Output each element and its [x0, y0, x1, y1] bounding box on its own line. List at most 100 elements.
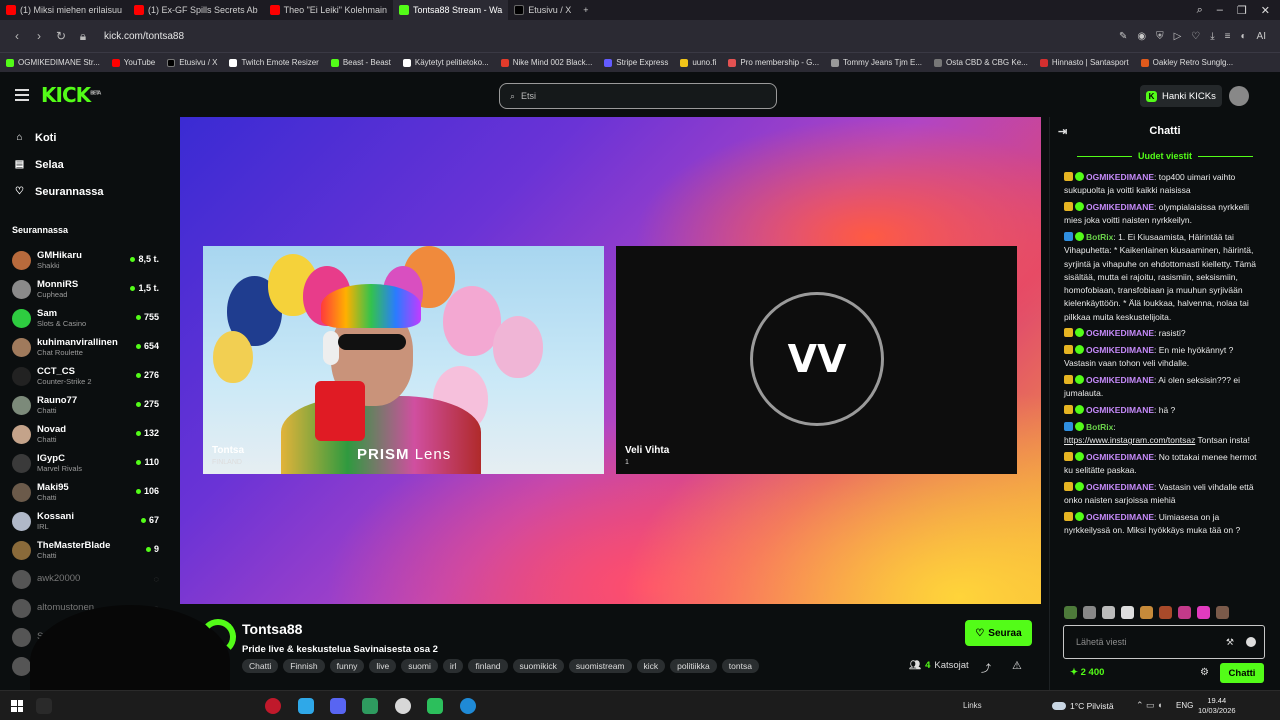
reload-icon[interactable]: ↻ — [50, 29, 72, 43]
emote-icon[interactable] — [1159, 606, 1172, 619]
stream-tag[interactable]: suomistream — [568, 659, 632, 673]
following-channel[interactable]: Sam Slots & Casino 755 — [0, 304, 170, 333]
bookmark-item[interactable]: OGMIKEDIMANE Str... — [6, 58, 100, 67]
search-input[interactable]: ⌕ Etsi — [499, 83, 777, 109]
bookmark-item[interactable]: Twitch Emote Resizer — [229, 58, 319, 67]
links-toolbar[interactable]: Links — [963, 701, 982, 710]
chat-username[interactable]: OGMIKEDIMANE — [1086, 345, 1154, 355]
play-icon[interactable]: ▷ — [1174, 31, 1182, 42]
commands-icon[interactable]: ⚒ — [1226, 637, 1234, 648]
bookmark-item[interactable]: Hinnasto | Santasport — [1039, 58, 1129, 67]
user-avatar[interactable] — [1229, 86, 1249, 106]
url-field[interactable]: kick.com/tontsa88 — [104, 31, 184, 42]
bookmark-item[interactable]: uuno.fi — [680, 58, 716, 67]
following-channel[interactable]: Kossani IRL 67 — [0, 507, 170, 536]
sidebar-item-browse[interactable]: ▤ Selaa — [0, 151, 170, 178]
chat-username[interactable]: OGMIKEDIMANE — [1086, 512, 1154, 522]
shield-icon[interactable]: ⛨ — [1156, 31, 1164, 42]
emote-icon[interactable] — [1197, 606, 1210, 619]
share-icon[interactable]: ⤴ — [981, 660, 991, 675]
emote-icon[interactable] — [1140, 606, 1153, 619]
stream-tag[interactable]: kick — [636, 659, 666, 673]
heart-icon[interactable]: ♡ — [1191, 31, 1200, 42]
bookmark-item[interactable]: Beast - Beast — [330, 58, 391, 67]
bookmark-item[interactable]: Nike Mind 002 Black... — [500, 58, 592, 67]
system-tray-icons[interactable]: ⌃ ▭ ◖ — [1136, 700, 1162, 711]
collapse-chat-icon[interactable]: ⇥ — [1058, 125, 1067, 138]
emote-icon[interactable] — [1178, 606, 1191, 619]
app-icon[interactable] — [395, 698, 411, 714]
chat-link[interactable]: https://www.instagram.com/tontsaz — [1064, 435, 1195, 445]
discord-icon[interactable] — [330, 698, 346, 714]
close-icon[interactable]: ✕ — [1261, 4, 1270, 17]
bookmark-item[interactable]: Osta CBD & CBG Ke... — [934, 58, 1028, 67]
browser-tab[interactable]: (1) Miksi miehen erilaisuu — [0, 0, 128, 20]
back-icon[interactable]: ‹ — [6, 29, 28, 43]
channel-points[interactable]: ✦ 2 400 — [1070, 667, 1104, 678]
following-channel[interactable]: Rauno77 Chatti 275 — [0, 391, 170, 420]
minimize-icon[interactable]: – — [1217, 4, 1223, 17]
chat-username[interactable]: OGMIKEDIMANE — [1086, 172, 1154, 182]
edit-icon[interactable]: ✎ — [1119, 31, 1127, 42]
stream-tag[interactable]: funny — [329, 659, 365, 673]
search-taskbar-icon[interactable] — [36, 698, 52, 714]
app-icon[interactable] — [362, 698, 378, 714]
following-channel[interactable]: CCT_CS Counter-Strike 2 276 — [0, 362, 170, 391]
weather-widget[interactable]: 1°C Pilvistä — [1052, 701, 1114, 711]
bookmark-item[interactable]: Oakley Retro Sunglg... — [1140, 58, 1233, 67]
chat-message-input[interactable]: Lähetä viesti ⚒ — [1063, 625, 1265, 659]
chat-username[interactable]: OGMIKEDIMANE — [1086, 375, 1154, 385]
following-channel[interactable]: Novad Chatti 132 — [0, 420, 170, 449]
ai-icon[interactable]: AI — [1257, 31, 1266, 42]
browser-tab[interactable]: Theo "Ei Leiki" Kolehmain — [264, 0, 393, 20]
chat-username[interactable]: BotRix — [1086, 232, 1113, 242]
following-channel[interactable]: GMHikaru Shakki 8,5 t. — [0, 246, 170, 275]
bookmark-item[interactable]: Etusivu / X — [167, 58, 217, 67]
search-icon[interactable]: ⌕ — [1197, 4, 1203, 17]
stream-tag[interactable]: live — [369, 659, 397, 673]
chat-username[interactable]: OGMIKEDIMANE — [1086, 482, 1154, 492]
emote-icon[interactable] — [1083, 606, 1096, 619]
kick-logo[interactable]: KICKBETA — [41, 83, 101, 107]
emote-icon[interactable] — [1121, 606, 1134, 619]
clock[interactable]: 19.44 10/03/2026 — [1198, 696, 1236, 716]
bookmark-item[interactable]: Käytetyt pelitietoko... — [402, 58, 489, 67]
chat-username[interactable]: OGMIKEDIMANE — [1086, 202, 1154, 212]
stream-tag[interactable]: Finnish — [283, 659, 325, 673]
edge-icon[interactable] — [460, 698, 476, 714]
stream-tag[interactable]: suomi — [401, 659, 438, 673]
bookmark-item[interactable]: Tommy Jeans Tjm E... — [831, 58, 922, 67]
chat-username[interactable]: OGMIKEDIMANE — [1086, 405, 1154, 415]
stream-tag[interactable]: suomikick — [512, 659, 564, 673]
language-indicator[interactable]: ENG — [1176, 701, 1193, 710]
browser-tab[interactable]: Etusivu / X — [508, 0, 577, 20]
hamburger-menu-icon[interactable] — [15, 89, 29, 101]
video-player[interactable]: Tontsa FINLAND PRISM Lens VV Veli Vihta … — [180, 117, 1041, 604]
menu-icon[interactable]: ≡ — [1225, 31, 1231, 42]
stream-tag[interactable]: politiikka — [670, 659, 717, 673]
following-channel[interactable]: IGypC Marvel Rivals 110 — [0, 449, 170, 478]
get-kicks-button[interactable]: K Hanki KICKs — [1140, 85, 1222, 107]
chat-settings-icon[interactable]: ⚙ — [1200, 667, 1209, 678]
stream-tag[interactable]: Chatti — [242, 659, 279, 673]
emoji-icon[interactable] — [1246, 637, 1256, 647]
channel-name[interactable]: Tontsa88 — [242, 621, 302, 637]
chat-username[interactable]: OGMIKEDIMANE — [1086, 328, 1154, 338]
opera-icon[interactable] — [265, 698, 281, 714]
sidebar-item-home[interactable]: ⌂ Koti — [0, 124, 170, 151]
forward-icon[interactable]: › — [28, 29, 50, 43]
following-channel[interactable]: awk20000 ◌ — [0, 565, 170, 594]
send-chat-button[interactable]: Chatti — [1220, 663, 1264, 683]
emote-icon[interactable] — [1216, 606, 1229, 619]
follow-button[interactable]: ♡ Seuraa — [965, 620, 1032, 646]
following-channel[interactable]: MonniRS Cuphead 1,5 t. — [0, 275, 170, 304]
download-icon[interactable]: ⤓ — [1210, 31, 1214, 42]
chat-username[interactable]: OGMIKEDIMANE — [1086, 452, 1154, 462]
stream-tag[interactable]: finland — [468, 659, 508, 673]
sidebar-item-following[interactable]: ♡ Seurannassa — [0, 178, 170, 205]
following-channel[interactable]: TheMasterBlade Chatti 9 — [0, 536, 170, 565]
windows-start-icon[interactable] — [11, 700, 23, 712]
restore-icon[interactable]: ❐ — [1237, 4, 1247, 17]
browser-tab[interactable]: (1) Ex-GF Spills Secrets Ab — [128, 0, 264, 20]
following-channel[interactable]: kuhimanvirallinen Chat Roulette 654 — [0, 333, 170, 362]
